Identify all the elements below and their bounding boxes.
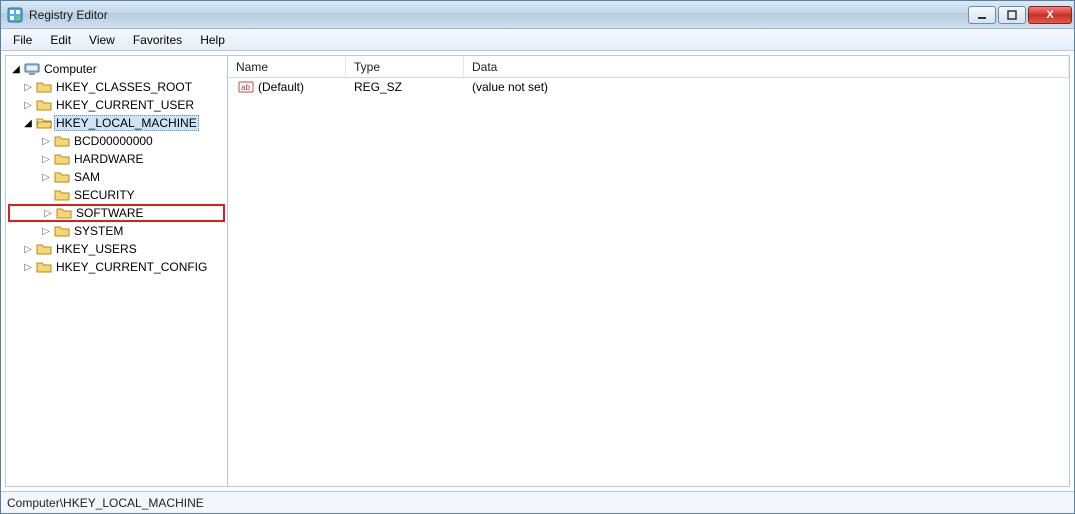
list-pane: Name Type Data ab (Default) REG_SZ (valu… — [228, 56, 1069, 486]
tree-label: Computer — [42, 62, 99, 76]
expand-arrow-icon[interactable]: ▷ — [40, 226, 52, 237]
tree-label: HKEY_CURRENT_USER — [54, 98, 196, 112]
tree-node-hkey-users[interactable]: ▷ HKEY_USERS — [8, 240, 225, 258]
folder-icon — [54, 169, 70, 185]
tree-node-computer[interactable]: ◢ Computer — [8, 60, 225, 78]
folder-icon — [54, 187, 70, 203]
tree-label: SECURITY — [72, 188, 137, 202]
tree-node-bcd00000000[interactable]: ▷ BCD00000000 — [8, 132, 225, 150]
tree-label: HARDWARE — [72, 152, 146, 166]
tree-label: BCD00000000 — [72, 134, 155, 148]
column-header-name[interactable]: Name — [228, 57, 346, 77]
tree-node-system[interactable]: ▷ SYSTEM — [8, 222, 225, 240]
list-row[interactable]: ab (Default) REG_SZ (value not set) — [228, 78, 1069, 96]
tree-node-software[interactable]: ▷ SOFTWARE — [8, 204, 225, 222]
tree-node-hkey-classes-root[interactable]: ▷ HKEY_CLASSES_ROOT — [8, 78, 225, 96]
tree-label: SAM — [72, 170, 102, 184]
folder-icon — [36, 97, 52, 113]
expand-arrow-icon[interactable]: ◢ — [22, 118, 34, 129]
menu-edit[interactable]: Edit — [42, 31, 79, 49]
cell-data: (value not set) — [464, 79, 1069, 95]
folder-icon — [36, 79, 52, 95]
tree-node-hkey-local-machine[interactable]: ◢ HKEY_LOCAL_MACHINE — [8, 114, 225, 132]
cell-type: REG_SZ — [346, 79, 464, 95]
folder-icon — [54, 133, 70, 149]
maximize-button[interactable] — [998, 6, 1026, 24]
tree-pane[interactable]: ◢ Computer ▷ HKEY_CLASSES_ROOT ▷ — [6, 56, 228, 486]
menu-file[interactable]: File — [5, 31, 40, 49]
expand-arrow-icon[interactable]: ▷ — [22, 244, 34, 255]
expand-arrow-icon[interactable]: ▷ — [22, 100, 34, 111]
window-title: Registry Editor — [29, 8, 968, 22]
folder-icon — [54, 151, 70, 167]
tree-label: HKEY_USERS — [54, 242, 139, 256]
close-icon: X — [1046, 9, 1053, 21]
maximize-icon — [1007, 10, 1017, 20]
expand-arrow-icon[interactable]: ▷ — [22, 82, 34, 93]
tree-label: HKEY_LOCAL_MACHINE — [54, 115, 199, 131]
expand-arrow-icon[interactable]: ◢ — [10, 64, 22, 75]
minimize-button[interactable] — [968, 6, 996, 24]
status-path: Computer\HKEY_LOCAL_MACHINE — [7, 496, 204, 510]
window-controls: X — [968, 6, 1072, 24]
folder-icon — [56, 205, 72, 221]
content: ◢ Computer ▷ HKEY_CLASSES_ROOT ▷ — [5, 55, 1070, 487]
folder-icon — [36, 241, 52, 257]
tree-label: SOFTWARE — [74, 206, 146, 220]
folder-icon — [54, 223, 70, 239]
tree-node-hkey-current-user[interactable]: ▷ HKEY_CURRENT_USER — [8, 96, 225, 114]
tree-node-sam[interactable]: ▷ SAM — [8, 168, 225, 186]
column-header-type[interactable]: Type — [346, 57, 464, 77]
list-body[interactable]: ab (Default) REG_SZ (value not set) — [228, 78, 1069, 486]
close-button[interactable]: X — [1028, 6, 1072, 24]
expand-arrow-icon[interactable]: ▷ — [40, 154, 52, 165]
tree-label: HKEY_CURRENT_CONFIG — [54, 260, 209, 274]
menu-help[interactable]: Help — [192, 31, 233, 49]
svg-text:ab: ab — [241, 83, 250, 92]
expand-arrow-icon[interactable]: ▷ — [40, 172, 52, 183]
minimize-icon — [977, 10, 987, 20]
folder-open-icon — [36, 115, 52, 131]
statusbar: Computer\HKEY_LOCAL_MACHINE — [1, 491, 1074, 513]
menu-view[interactable]: View — [81, 31, 123, 49]
computer-icon — [24, 61, 40, 77]
string-value-icon: ab — [238, 79, 254, 95]
list-header: Name Type Data — [228, 56, 1069, 78]
menubar: File Edit View Favorites Help — [1, 29, 1074, 51]
titlebar[interactable]: Registry Editor X — [1, 1, 1074, 29]
window: Registry Editor X File Edit View Favorit… — [0, 0, 1075, 514]
column-header-data[interactable]: Data — [464, 57, 1069, 77]
menu-favorites[interactable]: Favorites — [125, 31, 190, 49]
folder-icon — [36, 259, 52, 275]
expand-arrow-icon[interactable]: ▷ — [40, 136, 52, 147]
cell-name: ab (Default) — [228, 78, 346, 96]
app-icon — [7, 7, 23, 23]
tree-node-hardware[interactable]: ▷ HARDWARE — [8, 150, 225, 168]
tree-label: HKEY_CLASSES_ROOT — [54, 80, 194, 94]
tree-node-security[interactable]: SECURITY — [8, 186, 225, 204]
expand-arrow-icon[interactable]: ▷ — [22, 262, 34, 273]
expand-arrow-icon[interactable]: ▷ — [42, 208, 54, 219]
cell-name-text: (Default) — [258, 80, 304, 94]
tree-node-hkey-current-config[interactable]: ▷ HKEY_CURRENT_CONFIG — [8, 258, 225, 276]
tree-label: SYSTEM — [72, 224, 125, 238]
